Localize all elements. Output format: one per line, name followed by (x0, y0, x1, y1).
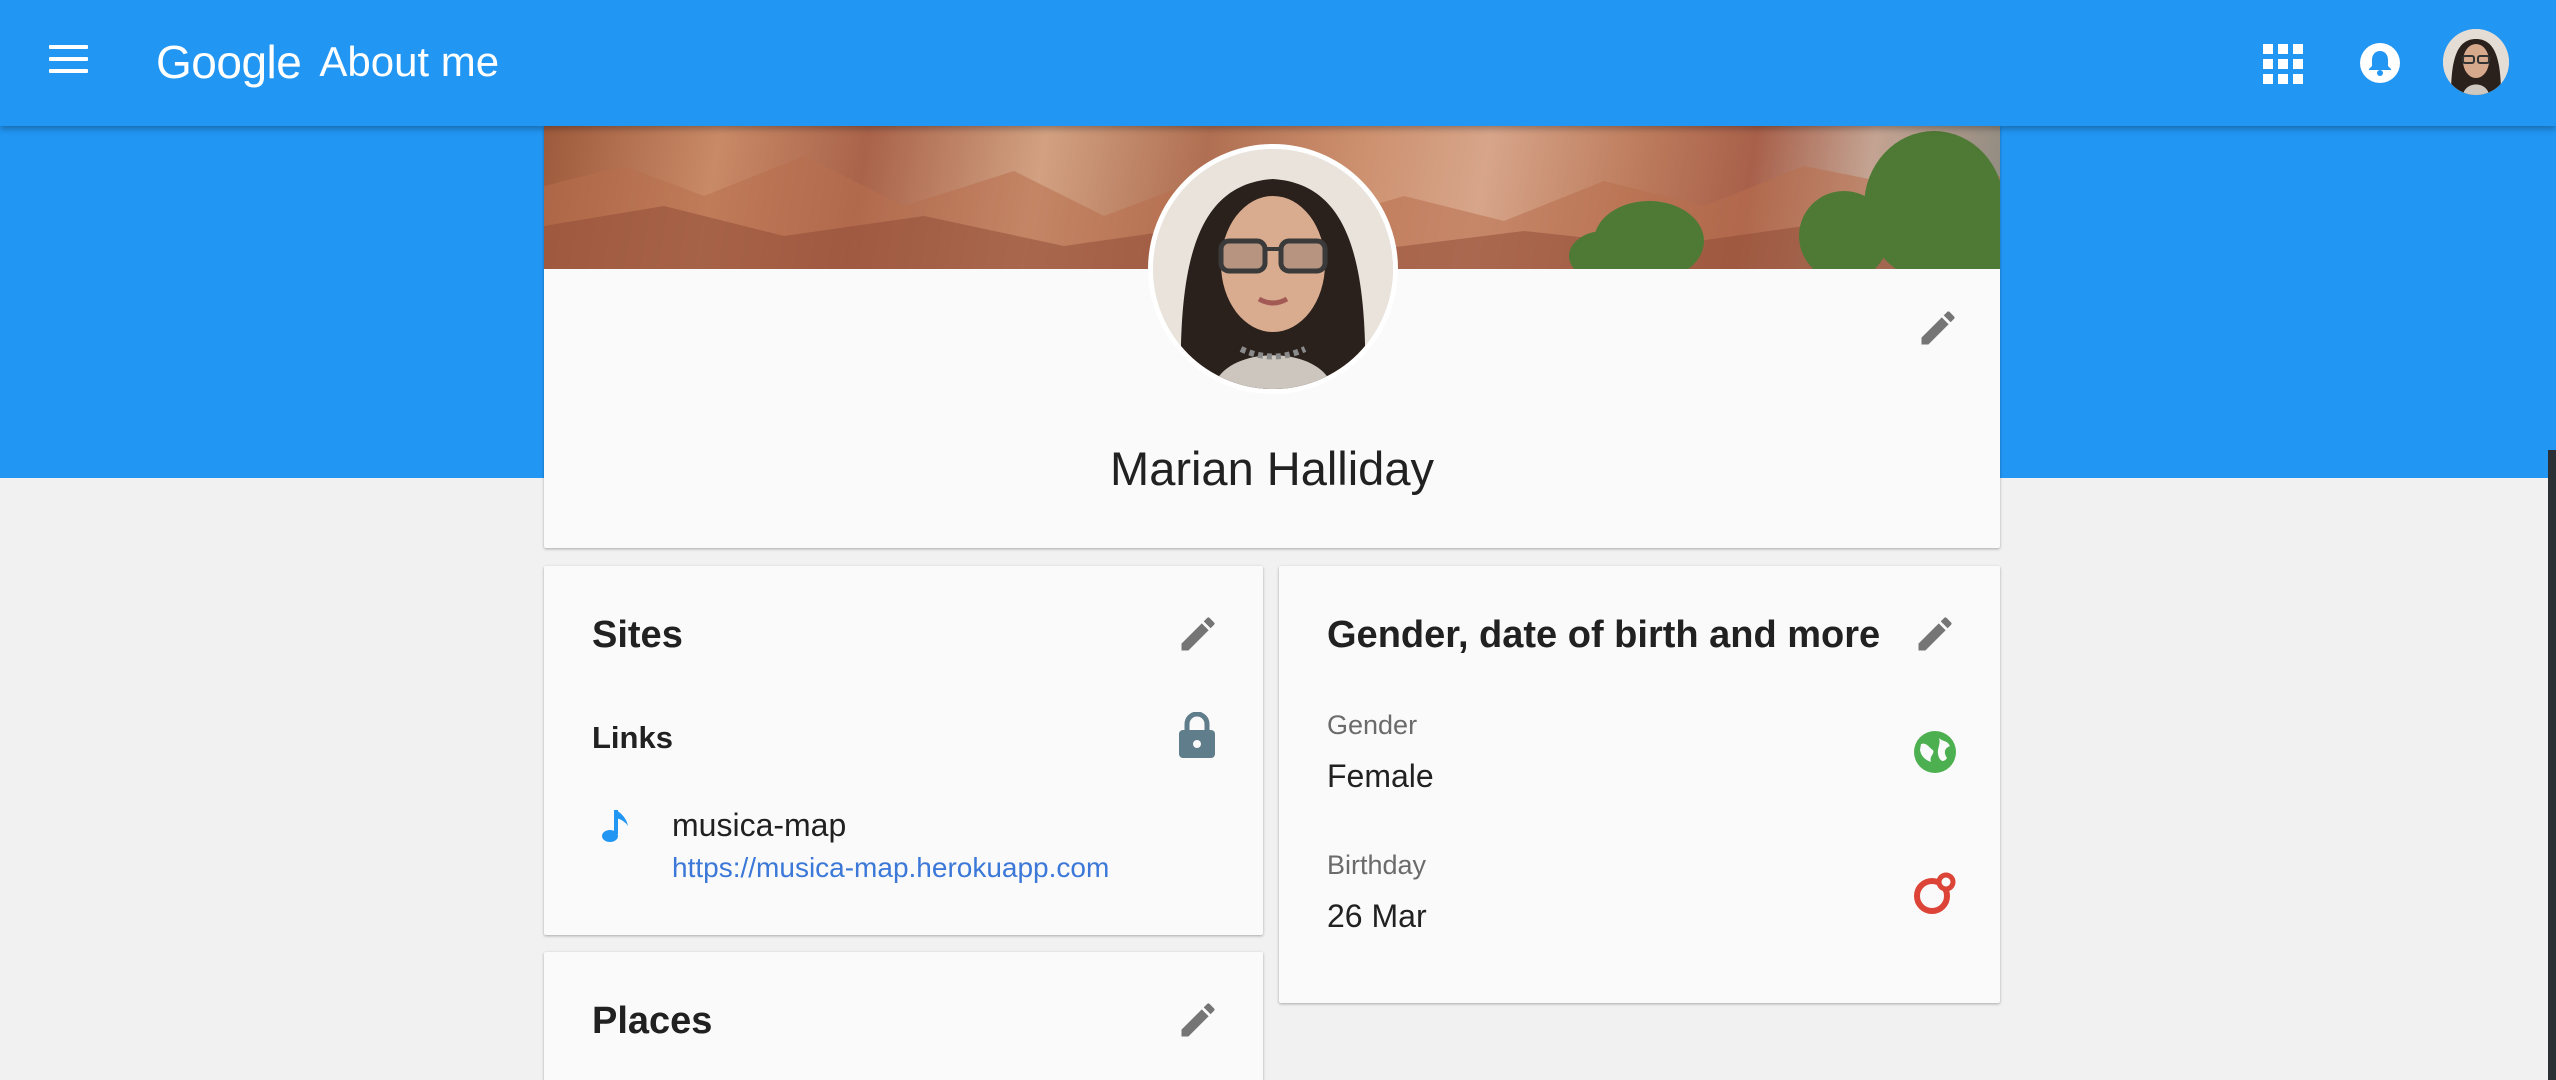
places-card: Places (544, 952, 1263, 1080)
places-title: Places (592, 1000, 713, 1042)
links-label: Links (592, 720, 673, 755)
app-title: About me (319, 38, 500, 85)
brand[interactable]: Google About me (156, 30, 499, 94)
hamburger-menu-icon[interactable] (49, 45, 88, 77)
globe-icon[interactable] (1913, 730, 1957, 774)
gender-value: Female (1327, 758, 1434, 794)
edit-places-button[interactable] (1176, 998, 1220, 1042)
profile-photo[interactable] (1148, 144, 1398, 394)
sites-card: Sites Links musica-map https://musica-ma… (544, 566, 1263, 935)
pencil-icon (1181, 1003, 1215, 1037)
edit-sites-button[interactable] (1176, 612, 1220, 656)
profile-card: Marian Halliday (544, 126, 2000, 548)
birthday-value: 26 Mar (1327, 898, 1427, 934)
pencil-icon (1181, 617, 1215, 651)
scrollbar[interactable] (2548, 450, 2556, 1080)
circles-icon[interactable] (1913, 870, 1959, 916)
profile-name: Marian Halliday (1110, 442, 1434, 495)
account-avatar[interactable] (2443, 29, 2509, 95)
google-logo: Google (156, 36, 302, 88)
site-url-link[interactable]: https://musica-map.herokuapp.com (672, 852, 1109, 884)
pencil-icon (1918, 617, 1952, 651)
sites-title: Sites (592, 614, 683, 656)
birthday-label: Birthday (1327, 850, 1427, 880)
apps-grid-icon[interactable] (2261, 42, 2303, 84)
bell-icon[interactable] (2358, 41, 2402, 85)
music-note-icon (602, 806, 634, 846)
basic-info-card: Gender, date of birth and more Gender Fe… (1279, 566, 2000, 1003)
site-name: musica-map (672, 807, 847, 843)
pencil-icon (1921, 311, 1955, 345)
basic-info-title: Gender, date of birth and more (1327, 614, 1881, 656)
app-bar: Google About me (0, 0, 2556, 126)
gender-label: Gender (1327, 710, 1418, 740)
edit-profile-button[interactable] (1916, 306, 1960, 350)
edit-basic-info-button[interactable] (1913, 612, 1957, 656)
lock-icon[interactable] (1177, 711, 1217, 758)
